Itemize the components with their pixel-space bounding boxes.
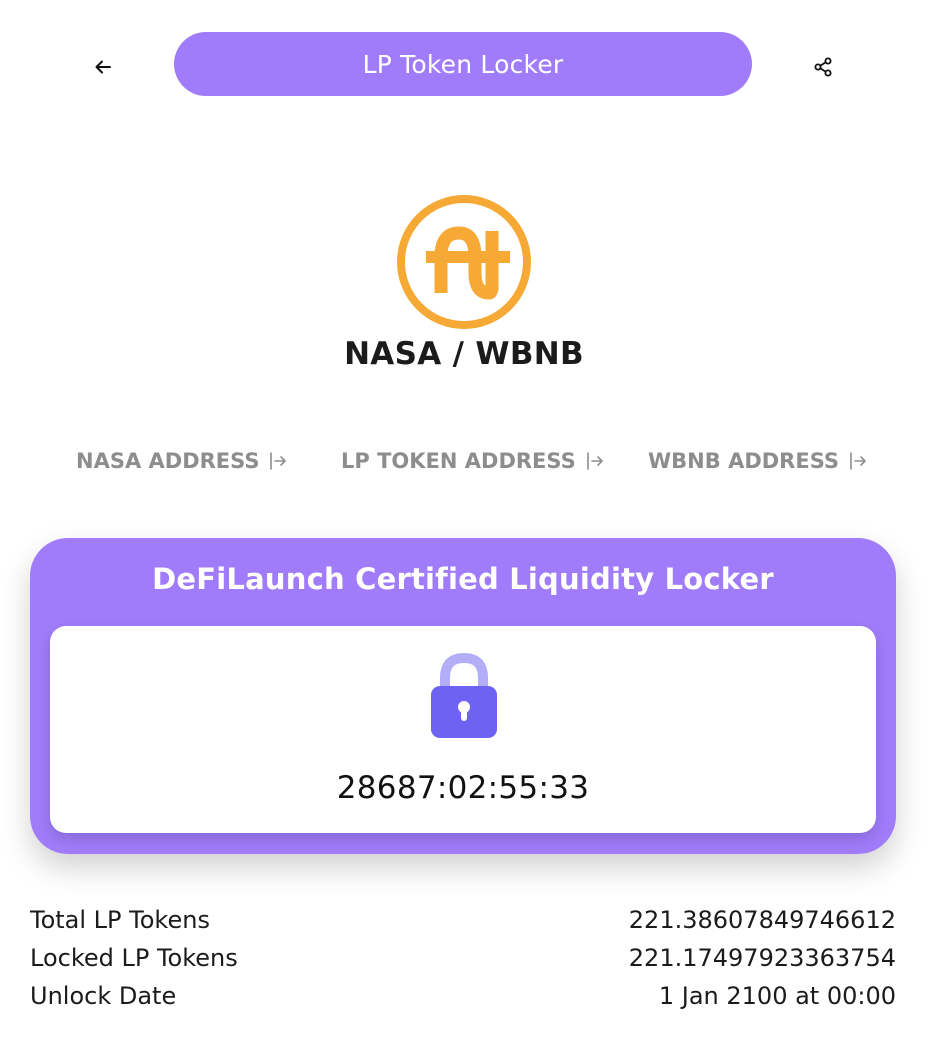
stat-value: 221.17497923363754 xyxy=(628,944,896,972)
token-pair-name: NASA / WBNB xyxy=(344,336,584,372)
wbnb-address-label: WBNB ADDRESS xyxy=(648,449,839,473)
arrow-left-icon xyxy=(95,60,111,74)
stat-value: 221.38607849746612 xyxy=(628,906,896,934)
nasa-address-label: NASA ADDRESS xyxy=(76,449,260,473)
external-link-icon xyxy=(270,452,287,470)
stat-label: Locked LP Tokens xyxy=(30,944,238,972)
page-title: LP Token Locker xyxy=(174,32,752,96)
lp-token-locker-page: LP Token Locker NASA / WBNB NASA ADDRESS… xyxy=(0,0,928,1038)
nasa-address-link[interactable]: NASA ADDRESS xyxy=(76,446,287,476)
padlock-icon xyxy=(431,652,497,738)
lp-token-address-label: LP TOKEN ADDRESS xyxy=(341,449,576,473)
nasa-token-logo xyxy=(397,195,531,329)
lp-token-address-link[interactable]: LP TOKEN ADDRESS xyxy=(341,446,604,476)
stat-label: Unlock Date xyxy=(30,982,177,1010)
stat-row-total-lp: Total LP Tokens 221.38607849746612 xyxy=(30,903,896,937)
stat-value: 1 Jan 2100 at 00:00 xyxy=(658,982,896,1010)
stat-row-unlock-date: Unlock Date 1 Jan 2100 at 00:00 xyxy=(30,979,896,1013)
share-button[interactable] xyxy=(806,50,840,84)
wbnb-address-link[interactable]: WBNB ADDRESS xyxy=(648,446,867,476)
locker-countdown-panel: 28687:02:55:33 xyxy=(50,626,876,833)
lock-countdown: 28687:02:55:33 xyxy=(336,770,590,806)
external-link-icon xyxy=(586,452,603,470)
back-button[interactable] xyxy=(86,50,120,84)
share-icon xyxy=(814,57,832,77)
stat-label: Total LP Tokens xyxy=(30,906,210,934)
locker-title: DeFiLaunch Certified Liquidity Locker xyxy=(152,562,774,596)
stat-row-locked-lp: Locked LP Tokens 221.17497923363754 xyxy=(30,941,896,975)
external-link-icon xyxy=(850,452,866,470)
liquidity-locker-card: DeFiLaunch Certified Liquidity Locker 28… xyxy=(30,538,896,854)
